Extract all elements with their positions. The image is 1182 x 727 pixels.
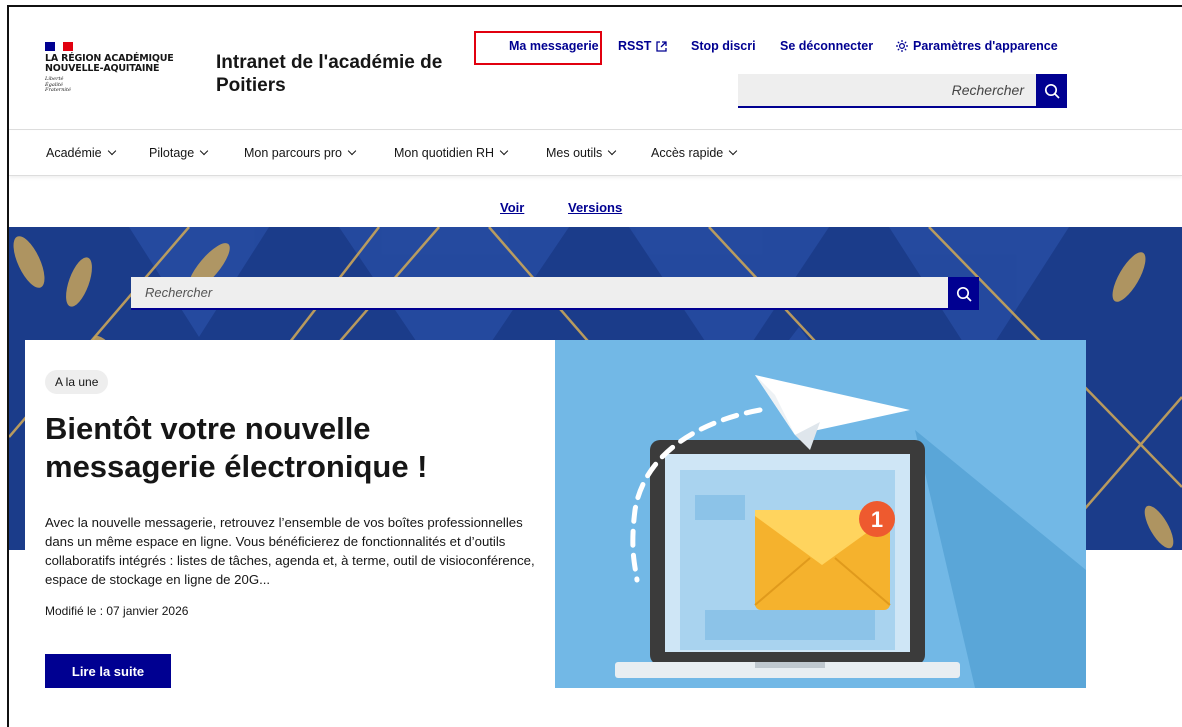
article-title[interactable]: Bientôt votre nouvelle messagerie électr… <box>45 410 525 486</box>
tab-versions[interactable]: Versions <box>568 200 622 215</box>
chevron-down-icon <box>608 146 617 156</box>
chevron-down-icon <box>199 146 209 156</box>
sun-icon <box>896 40 908 52</box>
search-icon <box>1044 83 1060 99</box>
nav-item-mes-outils[interactable]: Mes outils <box>546 146 617 160</box>
chevron-down-icon <box>729 146 738 156</box>
featured-badge: A la une <box>45 370 109 394</box>
header-search-input[interactable]: Rechercher <box>738 74 1036 108</box>
header-search-button[interactable] <box>1036 74 1067 108</box>
read-more-button[interactable]: Lire la suite <box>45 654 171 688</box>
nav-item-parcours-pro[interactable]: Mon parcours pro <box>244 146 357 160</box>
nav-item-acces-rapide[interactable]: Accès rapide <box>651 146 738 160</box>
logo-line2: NOUVELLE-AQUITAINE <box>45 63 160 74</box>
site-header: LA RÉGION ACADÉMIQUE NOUVELLE-AQUITAINE … <box>9 7 1182 130</box>
search-icon <box>956 286 972 302</box>
rsst-link[interactable]: RSST <box>618 39 667 53</box>
chevron-down-icon <box>347 146 357 156</box>
notification-count-text: 1 <box>871 507 883 532</box>
chevron-down-icon <box>107 146 116 156</box>
main-nav: Académie Pilotage Mon parcours pro Mon q… <box>9 131 1182 176</box>
header-search: Rechercher <box>738 74 1067 108</box>
messagerie-highlight-box <box>474 31 602 65</box>
motto: Liberté Égalité Fraternité <box>45 76 71 93</box>
tab-view[interactable]: Voir <box>500 200 524 215</box>
banner-search: Rechercher <box>131 277 979 310</box>
appearance-settings-link[interactable]: Paramètres d'apparence <box>896 39 1058 53</box>
nav-item-quotidien-rh[interactable]: Mon quotidien RH <box>394 146 509 160</box>
nav-item-academie[interactable]: Académie <box>46 146 116 160</box>
article-date: Modifié le : 07 janvier 2026 <box>45 604 189 618</box>
logout-link[interactable]: Se déconnecter <box>780 39 873 53</box>
stop-discri-link[interactable]: Stop discri <box>691 39 756 53</box>
banner-search-input[interactable]: Rechercher <box>131 277 948 310</box>
featured-article-card: A la une Bientôt votre nouvelle messager… <box>25 340 555 688</box>
chevron-down-icon <box>499 146 509 156</box>
banner-search-button[interactable] <box>948 277 979 310</box>
external-link-icon <box>656 40 667 52</box>
article-illustration: 1 <box>555 340 1086 688</box>
article-summary: Avec la nouvelle messagerie, retrouvez l… <box>45 515 535 587</box>
nav-item-pilotage[interactable]: Pilotage <box>149 146 209 160</box>
